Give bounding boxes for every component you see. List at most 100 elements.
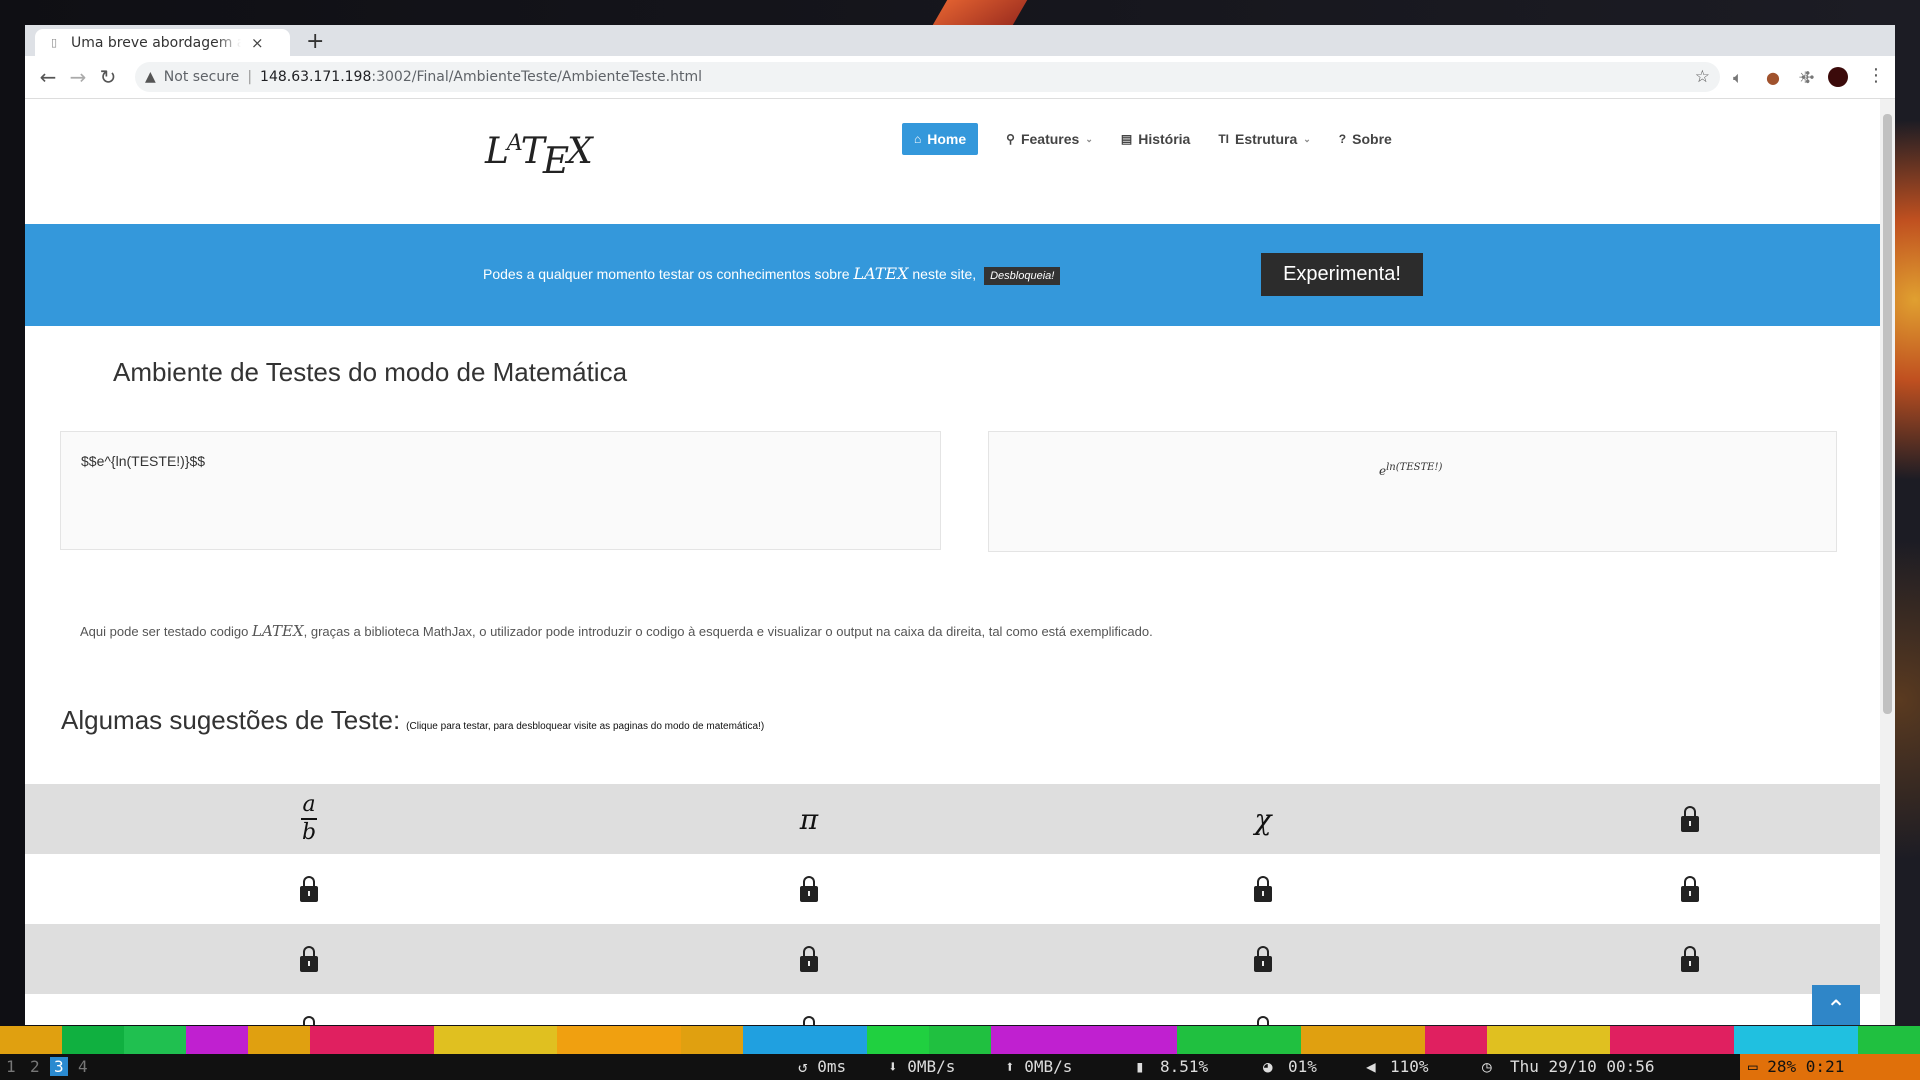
color-strip-segment: [1858, 1026, 1920, 1054]
nav-sobre[interactable]: ? Sobre: [1339, 131, 1392, 147]
suggestion-locked[interactable]: [749, 994, 869, 1025]
url-text[interactable]: 148.63.171.198:3002/Final/AmbienteTeste/…: [260, 69, 702, 85]
suggestion-locked[interactable]: [249, 924, 369, 994]
rendered-output: eln(TESTE!): [1379, 462, 1442, 478]
extensions-puzzle-icon[interactable]: ✣: [1801, 68, 1814, 87]
lock-icon: [300, 876, 318, 902]
bookmark-star-icon[interactable]: ☆: [1695, 67, 1710, 87]
suggestion-row: ab π χ: [25, 784, 1880, 854]
latex-input-text[interactable]: $$e^{ln(TESTE!)}$$: [81, 453, 205, 469]
banner-message: Podes a qualquer momento testar os conhe…: [483, 264, 1061, 285]
url-path: :3002/Final/AmbienteTeste/AmbienteTeste.…: [371, 69, 703, 85]
browser-menu-icon[interactable]: ⋮: [1867, 65, 1885, 86]
chevron-down-icon: ⌄: [1303, 133, 1311, 144]
lock-icon: [800, 946, 818, 972]
address-bar[interactable]: ▲ Not secure | 148.63.171.198:3002/Final…: [135, 62, 1720, 92]
suggestion-row: [25, 994, 1880, 1025]
workspace-1[interactable]: 1: [6, 1057, 16, 1076]
back-icon[interactable]: ←: [33, 65, 63, 89]
experimenta-button[interactable]: Experimenta!: [1261, 253, 1423, 296]
color-strip-segment: [0, 1026, 62, 1054]
new-tab-button[interactable]: +: [306, 29, 324, 54]
scrollbar-thumb[interactable]: [1883, 114, 1892, 714]
clock-icon: ◷: [1482, 1057, 1492, 1076]
battery-icon: ▭: [1748, 1057, 1768, 1076]
nav-estrutura-label: Estrutura: [1235, 131, 1298, 147]
search-icon: ⚲: [1006, 132, 1015, 146]
workspace-3[interactable]: 3: [50, 1057, 68, 1076]
color-strip-segment: [1238, 1026, 1301, 1054]
color-strip-segment: [1114, 1026, 1177, 1054]
suggestion-locked[interactable]: [1203, 994, 1323, 1025]
battery-readout: 28% 0:21: [1767, 1057, 1845, 1076]
color-strip-segment: [247, 1026, 310, 1054]
color-strip-segment: [495, 1026, 558, 1054]
color-strip-segment: [867, 1026, 930, 1054]
not-secure-label[interactable]: Not secure: [164, 69, 240, 85]
browser-tab[interactable]: ▯ Uma breve abordagem ao ×: [35, 29, 290, 56]
color-strip-segment: [1548, 1026, 1611, 1054]
description-text: Aqui pode ser testado codigo LATEX, graç…: [80, 622, 1153, 640]
page-title: Ambiente de Testes do modo de Matemática: [113, 357, 628, 387]
suggestion-locked[interactable]: [1630, 784, 1750, 854]
nav-historia[interactable]: ▤ História: [1121, 131, 1190, 147]
suggestion-locked[interactable]: [749, 924, 869, 994]
clock: Thu 29/10 00:56: [1510, 1057, 1655, 1076]
wallpaper-streak: [932, 0, 1028, 25]
question-circle-icon: ?: [1338, 132, 1347, 146]
suggestion-locked[interactable]: [1630, 854, 1750, 924]
lock-icon: [300, 946, 318, 972]
suggestion-locked[interactable]: [249, 994, 369, 1025]
logo-letter-x: X: [567, 131, 593, 172]
speaker-icon[interactable]: 🔈︎: [1733, 68, 1743, 88]
lock-icon: [1681, 946, 1699, 972]
fraction-symbol: ab: [301, 794, 317, 844]
lock-icon: [300, 1016, 318, 1025]
close-tab-icon[interactable]: ×: [251, 34, 264, 52]
book-icon: ▤: [1120, 132, 1133, 146]
banner-text-after: neste site,: [912, 266, 977, 282]
suggestion-locked[interactable]: [749, 854, 869, 924]
suggestion-locked[interactable]: [1630, 924, 1750, 994]
nav-home-label: Home: [927, 131, 967, 147]
suggestion-locked[interactable]: [1203, 854, 1323, 924]
workspace-2[interactable]: 2: [30, 1057, 40, 1076]
forward-icon[interactable]: →: [63, 65, 93, 89]
latex-logo[interactable]: LATEX: [485, 131, 593, 182]
color-strip-segment: [309, 1026, 372, 1054]
home-icon: ⌂: [914, 132, 922, 146]
suggestion-chi[interactable]: χ: [1203, 784, 1323, 854]
nav-sobre-label: Sobre: [1352, 131, 1392, 147]
suggestions-note: (Clique para testar, para desbloquear vi…: [406, 721, 765, 732]
nav-home[interactable]: ⌂ Home: [902, 123, 979, 155]
suggestion-fraction[interactable]: ab: [249, 784, 369, 854]
reload-icon[interactable]: ↻: [93, 65, 123, 89]
desktop-color-strip: [0, 1026, 1920, 1054]
latex-input-box[interactable]: $$e^{ln(TESTE!)}$$: [60, 431, 941, 550]
cookie-icon[interactable]: ●: [1766, 68, 1780, 87]
address-divider: |: [247, 69, 253, 85]
suggestions-grid: ab π χ: [25, 784, 1880, 1025]
fraction-denominator: b: [301, 820, 317, 845]
warning-icon[interactable]: ▲: [145, 69, 156, 85]
page-scrollbar[interactable]: [1880, 99, 1895, 1025]
lock-icon: [1254, 946, 1272, 972]
suggestion-pi[interactable]: π: [749, 784, 869, 854]
volume-icon: ◀: [1366, 1057, 1376, 1076]
upload-rate: ⬆ 0MB/s: [1005, 1057, 1073, 1076]
browser-window: ▯ Uma breve abordagem ao × + ← → ↻ ▲ Not…: [25, 25, 1895, 1025]
lock-icon: [1681, 806, 1699, 832]
site-header: LATEX ⌂ Home ⚲ Features ⌄ ▤ História TI Estru…: [25, 99, 1880, 224]
nav-features[interactable]: ⚲ Features ⌄: [1006, 131, 1093, 147]
suggestion-locked[interactable]: [249, 854, 369, 924]
scroll-to-top-button[interactable]: ⌃: [1812, 985, 1860, 1025]
page-viewport: LATEX ⌂ Home ⚲ Features ⌄ ▤ História TI Estru…: [25, 99, 1880, 1025]
profile-avatar[interactable]: [1828, 67, 1848, 87]
suggestion-locked[interactable]: [1203, 924, 1323, 994]
workspace-4[interactable]: 4: [78, 1057, 88, 1076]
color-strip-segment: [1052, 1026, 1115, 1054]
color-strip-segment: [929, 1026, 991, 1054]
color-strip-segment: [743, 1026, 806, 1054]
color-strip-segment: [991, 1026, 1053, 1054]
nav-estrutura[interactable]: TI Estrutura ⌄: [1218, 131, 1310, 147]
